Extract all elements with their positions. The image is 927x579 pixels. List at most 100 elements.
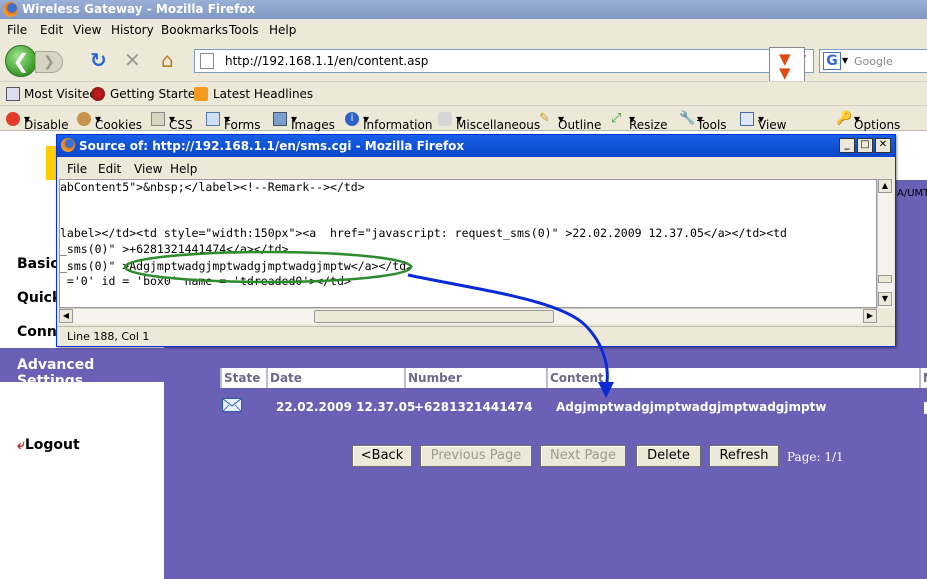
search-box[interactable]: G ▼ Google [819,49,927,73]
menu-history[interactable]: History [111,23,154,37]
menu-help[interactable]: Help [269,23,296,37]
webdev-miscellaneous[interactable]: Miscellaneous ▾ [456,112,540,132]
code-line-4-text: _sms(0)" >Adgjmptwadgjmptwadgjmptwadgjmp… [60,259,414,273]
firefox-icon [3,2,18,17]
code-line: abContent5">&nbsp;</label><!--Remark--><… [60,180,365,194]
sms-content[interactable]: Adgjmptwadgjmptwadgjmptwadgjmptw [556,400,826,414]
bookmark-latest-headlines[interactable]: Latest Headlines [213,87,313,101]
webdev-forms[interactable]: Forms ▾ [224,112,260,132]
previous-page-button[interactable]: Previous Page [420,445,532,467]
code-line-3-text: _sms(0)" >+6281321441474</a></td> [60,242,289,256]
browser-menu-bar: File Edit View History Bookmarks Tools H… [0,19,927,41]
sms-number[interactable]: +6281321441474 [414,400,533,414]
webdev-cookies[interactable]: Cookies ▾ [95,112,142,132]
column-header-number: Number [404,368,546,388]
menu-tools[interactable]: Tools [229,23,259,37]
address-text[interactable]: http://192.168.1.1/en/content.asp [225,54,428,68]
delete-button[interactable]: Delete [636,445,701,467]
options-icon: 🔑 [836,111,853,126]
webdev-view-source[interactable]: View Source ▾ [758,112,799,146]
webdev-resize[interactable]: Resize ▾ [629,112,667,132]
minimize-button[interactable]: _ [839,138,855,153]
menu-edit[interactable]: Edit [40,23,63,37]
maximize-button[interactable]: □ [857,138,873,153]
web-developer-toolbar: Disable ▾ Cookies ▾ CSS ▾ Forms ▾ Images… [0,105,927,146]
resize-icon: ⤢ [611,111,622,126]
scroll-up-icon[interactable]: ▲ [878,179,892,193]
css-icon [151,112,165,126]
webdev-outline[interactable]: Outline ▾ [558,112,601,132]
source-status-bar: Line 188, Col 1 [57,326,895,346]
umts-label: A/UMT [897,188,927,199]
next-page-button[interactable]: Next Page [540,445,626,467]
code-line: ='0' id = 'box0' name = 'tdreaded0'></td… [60,274,351,288]
sidebar-item-connection[interactable]: Conn [17,324,57,340]
webdev-tools[interactable]: Tools ▾ [697,112,727,132]
images-icon [273,112,287,126]
webdev-disable[interactable]: Disable ▾ [24,112,69,132]
logout-label: Logout [24,437,80,453]
source-window-title: Source of: http://192.168.1.1/en/sms.cgi… [79,139,465,153]
source-menu-edit[interactable]: Edit [98,162,121,176]
webdev-options[interactable]: Options ▾ [854,112,900,132]
menu-file[interactable]: File [7,23,27,37]
disable-icon [6,112,20,126]
scroll-right-icon[interactable]: ▶ [863,309,877,323]
reload-icon[interactable]: ↻ [90,50,107,70]
google-engine-icon[interactable]: G [823,52,841,70]
forms-icon [206,112,220,126]
scroll-down-icon[interactable]: ▼ [878,292,892,306]
back-button[interactable]: ❮ [5,45,37,77]
back-page-button[interactable]: <Back [352,445,412,467]
sidebar-item-logout[interactable]: ⤶Logout [17,437,80,453]
column-header-content: Content [546,368,919,388]
webdev-miscellaneous-label: Miscellaneous [456,118,541,132]
vertical-scrollbar[interactable]: ▲ ▼ [877,179,893,308]
menu-bookmarks[interactable]: Bookmarks [161,23,228,37]
address-bar[interactable]: http://192.168.1.1/en/content.asp ☆ ▼ [194,49,814,73]
horizontal-scrollbar[interactable]: ◀ ▶ [59,308,877,324]
engine-dropdown-icon[interactable]: ▼ [842,56,848,65]
menu-view[interactable]: View [73,23,101,37]
tools-icon: 🔧 [679,111,696,126]
scroll-left-icon[interactable]: ◀ [59,309,73,323]
scroll-thumb[interactable] [878,275,892,283]
source-menu-file[interactable]: File [67,162,87,176]
miscellaneous-icon [438,112,452,126]
forward-button[interactable]: ❯ [35,51,63,73]
envelope-icon[interactable] [222,398,242,412]
bookmark-page-icon [6,87,20,101]
webdev-css[interactable]: CSS ▾ [169,112,193,132]
close-button[interactable]: ✕ [875,138,891,153]
search-placeholder: Google [854,55,893,68]
rss-icon [194,87,208,101]
source-window-title-bar[interactable]: Source of: http://192.168.1.1/en/sms.cgi… [57,135,895,157]
cookies-icon [77,112,91,126]
stop-icon[interactable]: ✕ [124,50,141,70]
sidebar-item-quick[interactable]: Quick [17,290,61,306]
code-line-5-text: ='0' id = 'box0' name = 'tdreaded0'></td… [60,274,351,288]
sidebar-item-basic[interactable]: Basic [17,256,59,272]
page-icon [200,53,214,69]
webdev-images[interactable]: Images ▾ [291,112,335,132]
sms-date[interactable]: 22.02.2009 12.37.05 [276,400,415,414]
bookmark-getting-started[interactable]: Getting Started [110,87,203,101]
refresh-button[interactable]: Refresh [709,445,779,467]
webdev-information[interactable]: Information ▾ [363,112,432,132]
bookmarks-toolbar: Most Visited Getting Started Latest Head… [0,81,927,105]
code-line-1-text: abContent5">&nbsp;</label><!--Remark--><… [60,180,365,194]
horizontal-scroll-thumb[interactable] [314,310,554,323]
column-header-more: M [919,368,927,388]
source-menu-view[interactable]: View [134,162,162,176]
home-icon[interactable]: ⌂ [161,50,174,70]
download-button[interactable]: ▼ ▼ [769,47,805,85]
cursor-position: Line 188, Col 1 [67,330,150,343]
source-menu-bar: File Edit View Help [57,158,895,178]
sidebar-item-advanced-settings[interactable]: Advanced Settings [0,348,164,389]
code-line: _sms(0)" >Adgjmptwadgjmptwadgjmptwadgjmp… [60,259,413,273]
bookmark-most-visited[interactable]: Most Visited [24,87,97,101]
code-line: _sms(0)" >+6281321441474</a></td> [60,242,288,256]
source-code-pane[interactable]: abContent5">&nbsp;</label><!--Remark--><… [59,179,877,308]
column-header-state: State [220,368,266,388]
source-menu-help[interactable]: Help [170,162,197,176]
